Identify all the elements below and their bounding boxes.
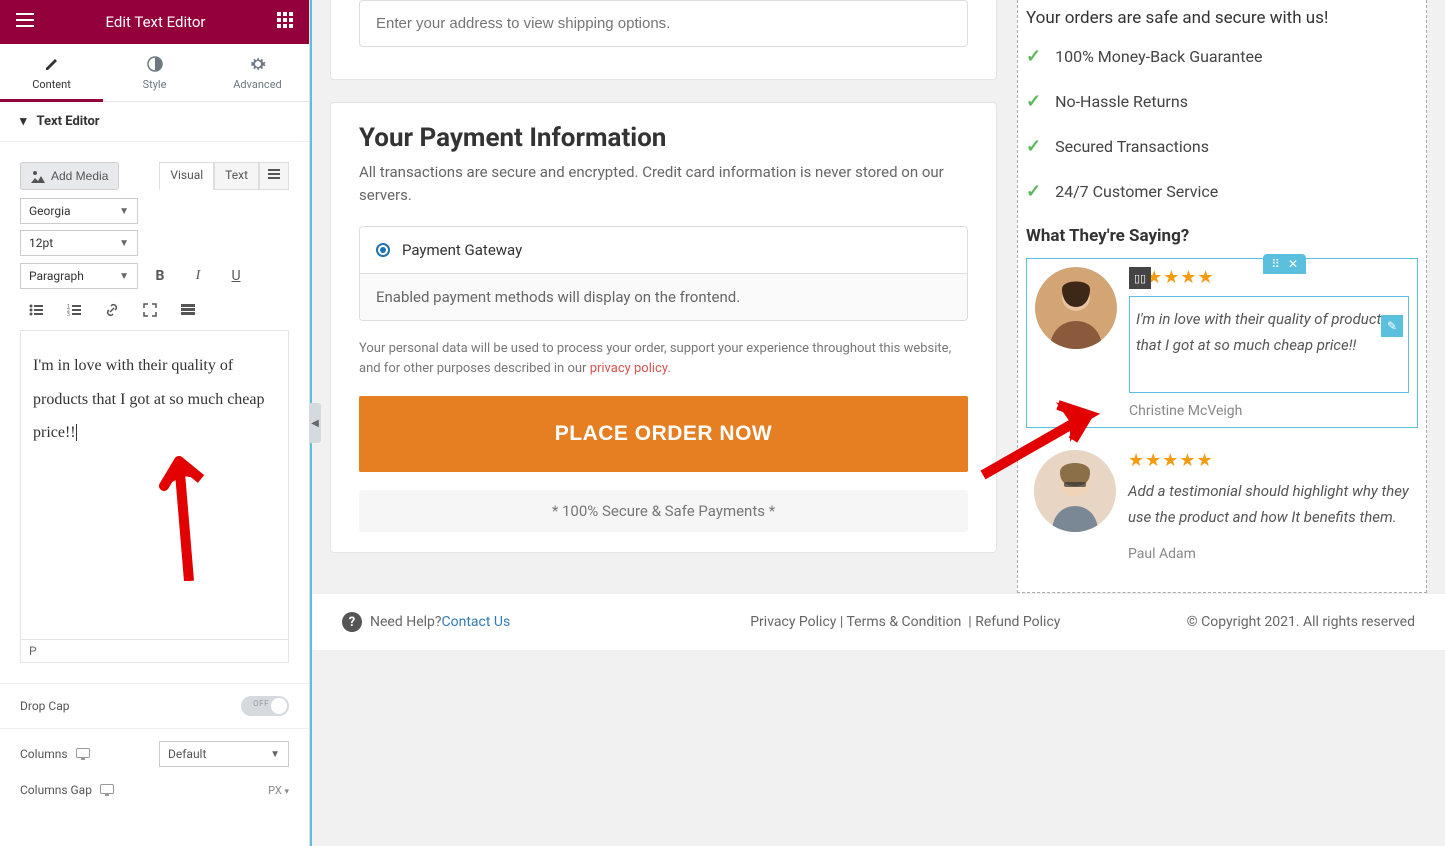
editor-tab-toolbar-toggle[interactable] — [259, 162, 289, 190]
copyright: © Copyright 2021. All rights reserved — [1187, 614, 1415, 630]
trust-item: ✓100% Money-Back Guarantee — [1026, 46, 1418, 67]
testimonial-author: Paul Adam — [1128, 546, 1410, 562]
bullet-list-button[interactable] — [20, 296, 52, 324]
toolbar-toggle-button[interactable] — [172, 296, 204, 324]
page-footer: ? Need Help? Contact Us Privacy Policy |… — [312, 593, 1445, 650]
payment-gateway-description: Enabled payment methods will display on … — [360, 274, 967, 320]
check-icon: ✓ — [1026, 46, 1041, 67]
editor-status-bar: P — [20, 640, 289, 663]
sidebar-title: Edit Text Editor — [40, 13, 271, 31]
radio-checked-icon — [376, 243, 390, 257]
italic-button[interactable]: I — [182, 262, 214, 290]
columns-gap-control: Columns Gap PX ▾ — [0, 779, 309, 809]
avatar — [1035, 267, 1117, 349]
wysiwyg-editor[interactable]: I'm in love with their quality of produc… — [20, 330, 289, 640]
privacy-policy-link[interactable]: Privacy Policy — [750, 614, 836, 630]
payment-gateway-box: Payment Gateway Enabled payment methods … — [359, 226, 968, 321]
add-media-button[interactable]: Add Media — [20, 162, 119, 190]
column-handle-icon[interactable]: ▯▯ — [1129, 267, 1151, 289]
avatar — [1034, 450, 1116, 532]
payment-gateway-option[interactable]: Payment Gateway — [360, 227, 967, 274]
apps-grid-icon[interactable] — [271, 6, 299, 38]
trust-item: ✓24/7 Customer Service — [1026, 181, 1418, 202]
responsive-icon[interactable] — [76, 748, 90, 758]
privacy-policy-link[interactable]: privacy policy — [590, 361, 668, 376]
payment-title: Your Payment Information — [359, 123, 968, 153]
testimonial-widget-selected[interactable]: ▯▯ ★★★★★ I'm in love with their quality … — [1026, 258, 1418, 428]
bold-button[interactable]: B — [144, 262, 176, 290]
testimonial-text: Add a testimonial should highlight why t… — [1128, 479, 1410, 536]
testimonial-author: Christine McVeigh — [1129, 403, 1409, 419]
drop-cap-control: Drop Cap OFF — [0, 683, 309, 728]
font-family-select[interactable]: Georgia▼ — [20, 198, 138, 224]
link-button[interactable] — [96, 296, 128, 324]
annotation-arrow — [159, 451, 219, 581]
privacy-notice: Your personal data will be used to proce… — [359, 339, 968, 378]
edit-pencil-icon[interactable]: ✎ — [1381, 315, 1403, 337]
tab-content[interactable]: Content — [0, 44, 103, 101]
place-order-button[interactable]: PLACE ORDER NOW — [359, 396, 968, 472]
responsive-icon[interactable] — [100, 784, 114, 794]
editor-tab-visual[interactable]: Visual — [159, 162, 214, 190]
help-icon[interactable]: ? — [342, 612, 362, 632]
underline-button[interactable]: U — [220, 262, 252, 290]
trust-item: ✓No-Hassle Returns — [1026, 91, 1418, 112]
section-text-editor[interactable]: ▾ Text Editor — [0, 102, 309, 142]
editor-tabs-nav: Content Style Advanced — [0, 44, 309, 102]
trust-title: Your orders are safe and secure with us! — [1026, 8, 1418, 28]
testimonial-text[interactable]: I'm in love with their quality of produc… — [1129, 296, 1409, 393]
check-icon: ✓ — [1026, 181, 1041, 202]
columns-control: Columns Default▼ — [0, 728, 309, 779]
hamburger-icon[interactable] — [10, 7, 40, 37]
secure-payments-note: * 100% Secure & Safe Payments * — [359, 490, 968, 532]
drop-cap-toggle[interactable]: OFF — [241, 696, 289, 716]
refund-policy-link[interactable]: Refund Policy — [975, 614, 1060, 630]
trust-item: ✓Secured Transactions — [1026, 136, 1418, 157]
contact-us-link[interactable]: Contact Us — [442, 614, 511, 630]
payment-subtitle: All transactions are secure and encrypte… — [359, 161, 968, 206]
star-rating: ★★★★★ — [1129, 267, 1409, 288]
editor-tab-text[interactable]: Text — [214, 162, 259, 190]
check-icon: ✓ — [1026, 136, 1041, 157]
star-rating: ★★★★★ — [1128, 450, 1410, 471]
numbered-list-button[interactable]: 123 — [58, 296, 90, 324]
testimonial-widget[interactable]: ★★★★★ Add a testimonial should highlight… — [1026, 442, 1418, 570]
block-format-select[interactable]: Paragraph▼ — [20, 263, 138, 289]
columns-select[interactable]: Default▼ — [159, 741, 289, 767]
tab-advanced[interactable]: Advanced — [206, 44, 309, 101]
terms-link[interactable]: Terms & Condition — [847, 614, 962, 630]
svg-text:3: 3 — [67, 312, 70, 316]
check-icon: ✓ — [1026, 91, 1041, 112]
shipping-address-input[interactable] — [359, 0, 968, 47]
sidebar-collapse-handle[interactable]: ◀ — [309, 403, 321, 443]
fullscreen-button[interactable] — [134, 296, 166, 324]
caret-down-icon: ▾ — [20, 114, 27, 129]
sidebar-header: Edit Text Editor — [0, 0, 309, 44]
tab-style[interactable]: Style — [103, 44, 206, 101]
font-size-select[interactable]: 12pt▼ — [20, 230, 138, 256]
testimonials-title: What They're Saying? — [1026, 226, 1418, 246]
